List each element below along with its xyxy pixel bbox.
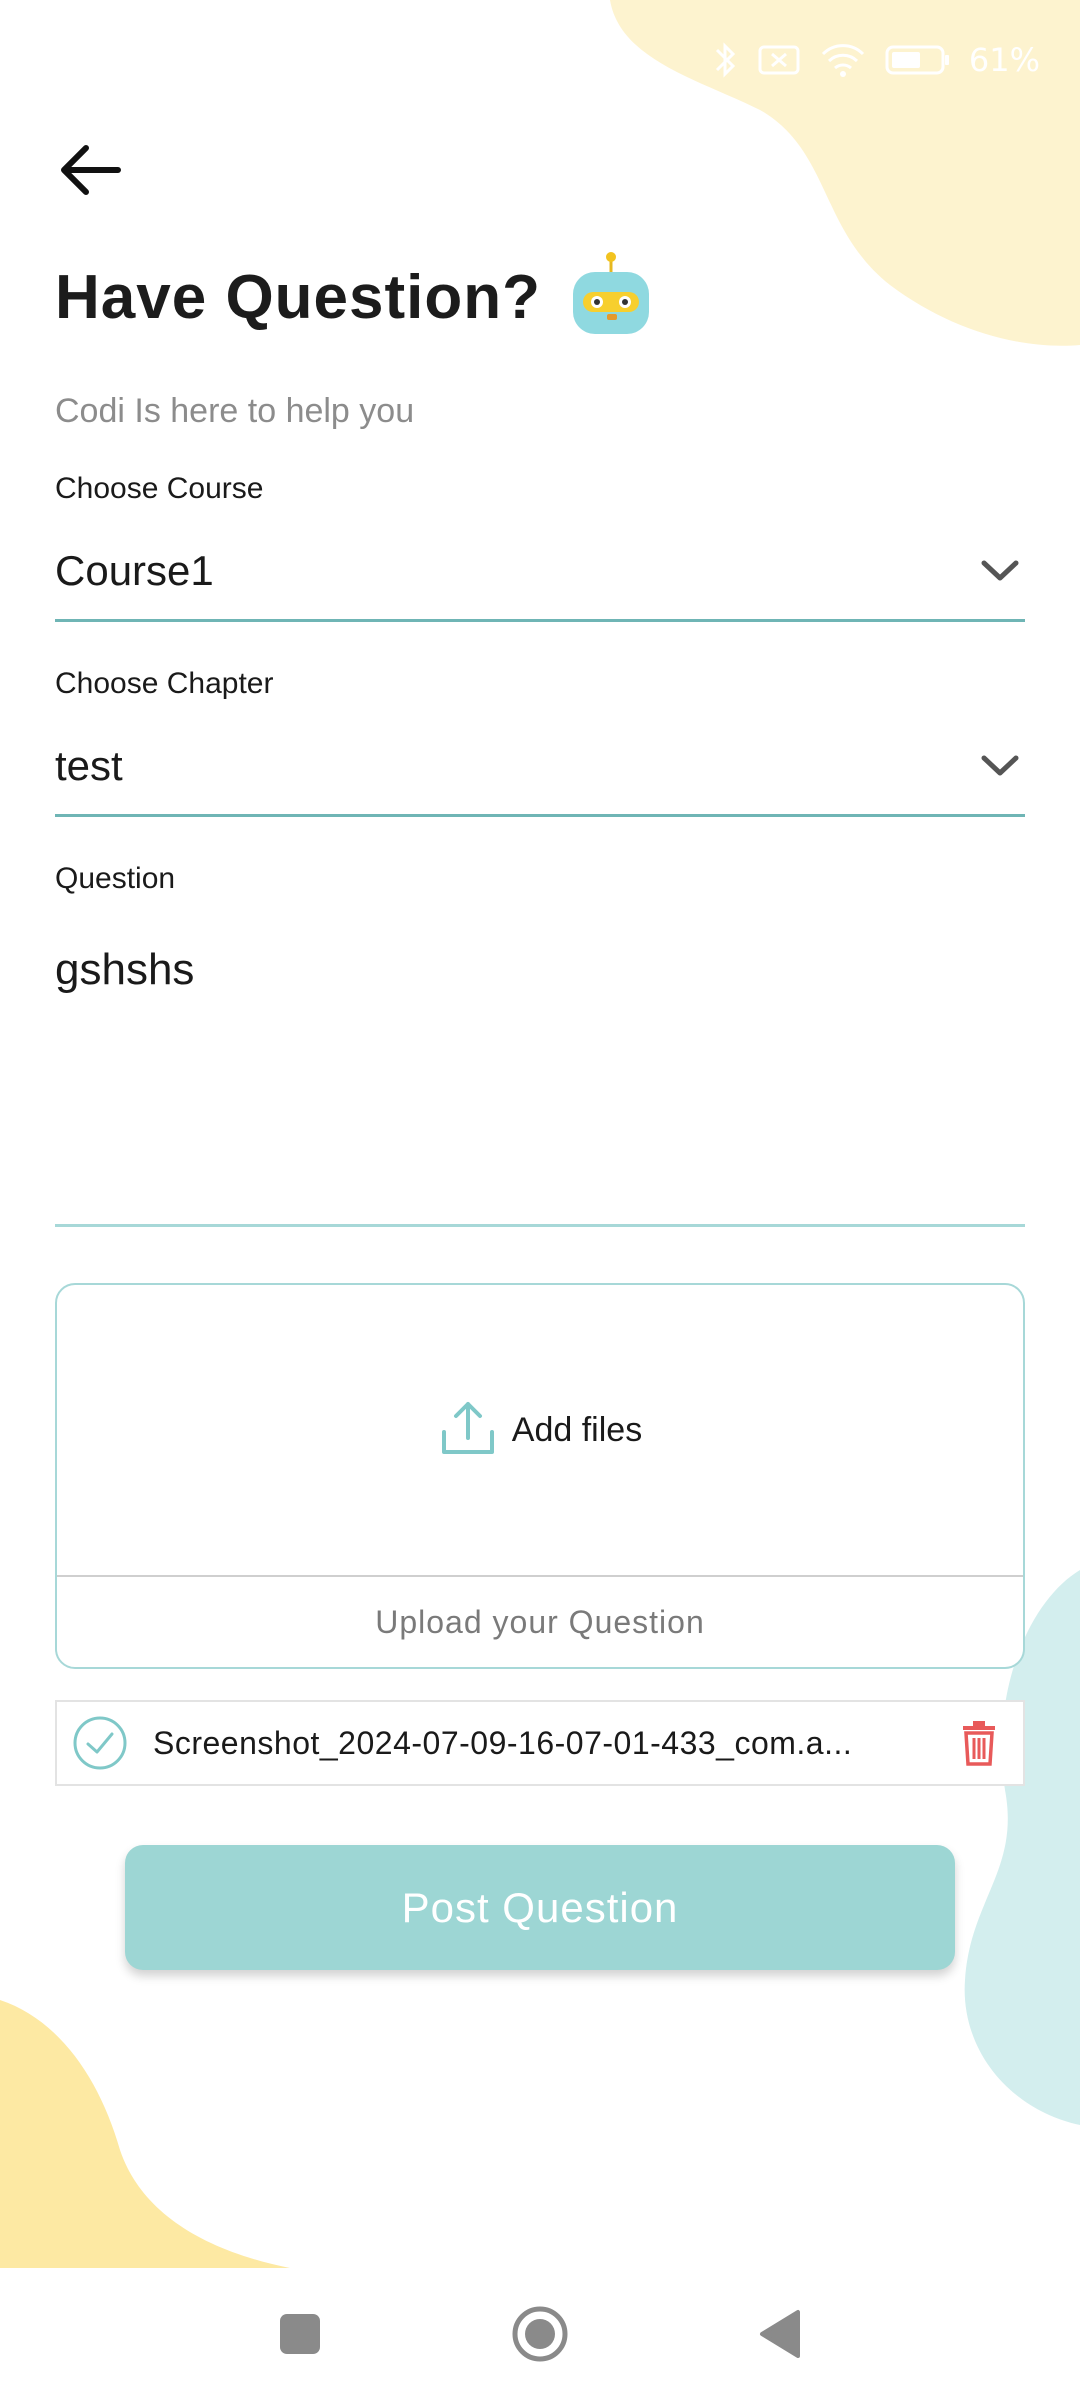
add-files-button[interactable]: Add files xyxy=(57,1385,1023,1475)
question-value: gshshs xyxy=(55,945,195,994)
course-select[interactable]: Course1 xyxy=(55,522,1025,622)
upload-question-label: Upload your Question xyxy=(375,1603,705,1640)
upload-box: Add files Upload your Question xyxy=(55,1283,1025,1669)
course-label: Choose Course xyxy=(55,472,264,505)
no-sim-icon xyxy=(757,42,801,78)
back-button[interactable] xyxy=(50,130,130,210)
attached-file-row: Screenshot_2024-07-09-16-07-01-433_com.a… xyxy=(55,1700,1025,1786)
chevron-down-icon xyxy=(975,546,1025,596)
home-button[interactable] xyxy=(495,2289,585,2379)
back-nav-button[interactable] xyxy=(735,2289,825,2379)
bottom-left-blob xyxy=(0,2000,290,2268)
recent-apps-button[interactable] xyxy=(255,2289,345,2379)
course-select-value: Course1 xyxy=(55,546,214,594)
trash-icon xyxy=(963,1721,995,1766)
chapter-select-value: test xyxy=(55,741,123,789)
circle-home-icon xyxy=(512,2306,568,2362)
chapter-select[interactable]: test xyxy=(55,717,1025,817)
post-question-label: Post Question xyxy=(401,1883,679,1931)
arrow-left-icon xyxy=(61,145,121,195)
question-textarea[interactable]: gshshs xyxy=(55,925,1025,1227)
upload-icon xyxy=(438,1398,498,1463)
post-question-button[interactable]: Post Question xyxy=(125,1845,955,1970)
page-subtitle: Codi Is here to help you xyxy=(55,392,415,430)
chevron-down-icon xyxy=(975,741,1025,791)
add-files-label: Add files xyxy=(511,1410,643,1449)
check-circle-icon xyxy=(71,1714,129,1772)
title-row: Have Question? xyxy=(55,250,653,345)
bluetooth-icon xyxy=(713,40,739,80)
battery-icon xyxy=(885,43,951,77)
status-bar: 61% xyxy=(713,30,1040,90)
battery-percentage: 61% xyxy=(968,41,1040,79)
attached-file-name: Screenshot_2024-07-09-16-07-01-433_com.a… xyxy=(153,1724,853,1761)
chapter-label: Choose Chapter xyxy=(55,667,274,700)
triangle-back-icon xyxy=(760,2310,800,2358)
square-icon xyxy=(280,2314,320,2354)
question-label: Question xyxy=(55,862,176,895)
robot-mascot-icon xyxy=(569,250,653,345)
delete-file-button[interactable] xyxy=(949,1713,1009,1773)
system-navigation-bar xyxy=(0,2268,1080,2400)
wifi-icon xyxy=(819,42,867,78)
page-title: Have Question? xyxy=(55,263,541,332)
upload-question-footer: Upload your Question xyxy=(57,1575,1023,1667)
